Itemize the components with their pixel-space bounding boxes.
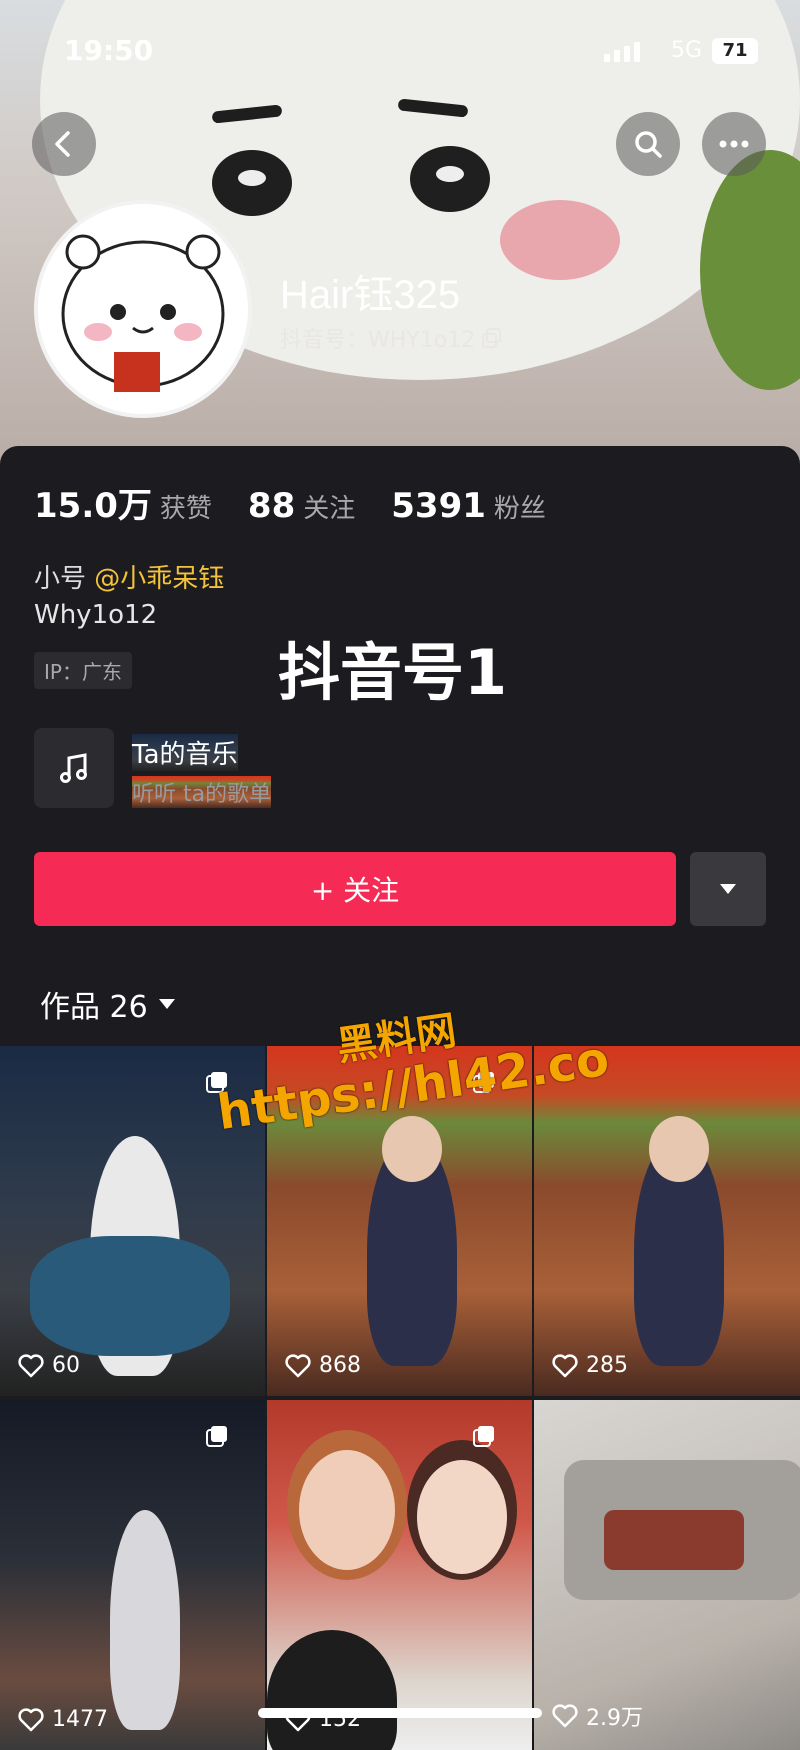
music-icon-box	[34, 728, 114, 808]
music-title: Ta的音乐	[132, 734, 238, 771]
status-bar: 19:50 5G 71	[0, 30, 800, 70]
video-likes: 60	[18, 1353, 80, 1378]
music-subtitle: 听听 ta的歌单	[132, 776, 272, 808]
copy-icon[interactable]	[481, 327, 503, 349]
ip-location-badge: IP：广东	[34, 652, 132, 689]
avatar-illustration	[61, 234, 225, 392]
follow-button[interactable]: + 关注	[34, 852, 676, 926]
dropdown-triangle-icon	[720, 884, 736, 894]
multi-image-icon	[206, 1426, 227, 1447]
video-tile[interactable]: 285	[534, 1046, 800, 1396]
heart-icon	[552, 1704, 578, 1728]
heart-icon	[18, 1707, 44, 1731]
works-label: 作品 26	[40, 990, 148, 1025]
back-button[interactable]	[32, 112, 96, 176]
signal-icon	[604, 42, 640, 62]
heart-icon	[18, 1353, 44, 1377]
more-button[interactable]	[702, 112, 766, 176]
heart-icon	[552, 1353, 578, 1377]
video-likes: 2.9万	[552, 1700, 643, 1732]
back-icon	[55, 131, 70, 157]
search-icon	[635, 131, 662, 158]
home-indicator	[258, 1708, 542, 1718]
works-tab[interactable]: 作品 26	[40, 982, 176, 1026]
stat-likes[interactable]: 15.0万 获赞	[34, 478, 212, 527]
profile-stats: 15.0万 获赞 88 关注 5391 粉丝	[34, 478, 582, 527]
video-likes: 1477	[18, 1707, 108, 1732]
multi-image-icon	[473, 1426, 494, 1447]
multi-image-icon	[473, 1072, 494, 1093]
video-likes: 285	[552, 1353, 628, 1378]
chevron-down-icon	[158, 999, 175, 1009]
video-tile[interactable]: 2.9万	[534, 1400, 800, 1750]
alt-account-link[interactable]: @小乖呆钰	[94, 564, 224, 594]
video-tile[interactable]: 60	[0, 1046, 265, 1396]
douyin-id-text: 抖音号：WHY1o12	[280, 328, 476, 353]
profile-bio: Why1o12	[34, 600, 158, 630]
status-time: 19:50	[64, 34, 154, 67]
network-label: 5G	[670, 38, 702, 63]
stat-followers[interactable]: 5391 粉丝	[391, 486, 546, 526]
avatar[interactable]	[34, 200, 252, 418]
video-tile[interactable]: 152	[267, 1400, 532, 1750]
music-entry[interactable]: Ta的音乐 听听 ta的歌单	[34, 728, 434, 812]
video-tile[interactable]: 868	[267, 1046, 532, 1396]
battery-indicator: 71	[712, 38, 758, 64]
heart-icon	[285, 1353, 311, 1377]
video-grid: 60 868 285 1477 152 2.9万	[0, 1046, 800, 1750]
music-note-icon	[60, 753, 87, 783]
overlay-caption: 抖音号1	[278, 636, 508, 709]
alt-account-prefix: 小号	[34, 564, 87, 594]
video-likes: 868	[285, 1353, 361, 1378]
search-button[interactable]	[616, 112, 680, 176]
multi-image-icon	[206, 1072, 227, 1093]
stat-following[interactable]: 88 关注	[248, 486, 355, 526]
profile-name: Hair钰325	[280, 273, 461, 317]
more-icon	[719, 140, 749, 148]
alt-account: 小号 @小乖呆钰	[34, 558, 224, 595]
video-tile[interactable]: 1477	[0, 1400, 265, 1750]
douyin-id[interactable]: 抖音号：WHY1o12	[280, 322, 503, 354]
more-actions-dropdown[interactable]	[690, 852, 766, 926]
